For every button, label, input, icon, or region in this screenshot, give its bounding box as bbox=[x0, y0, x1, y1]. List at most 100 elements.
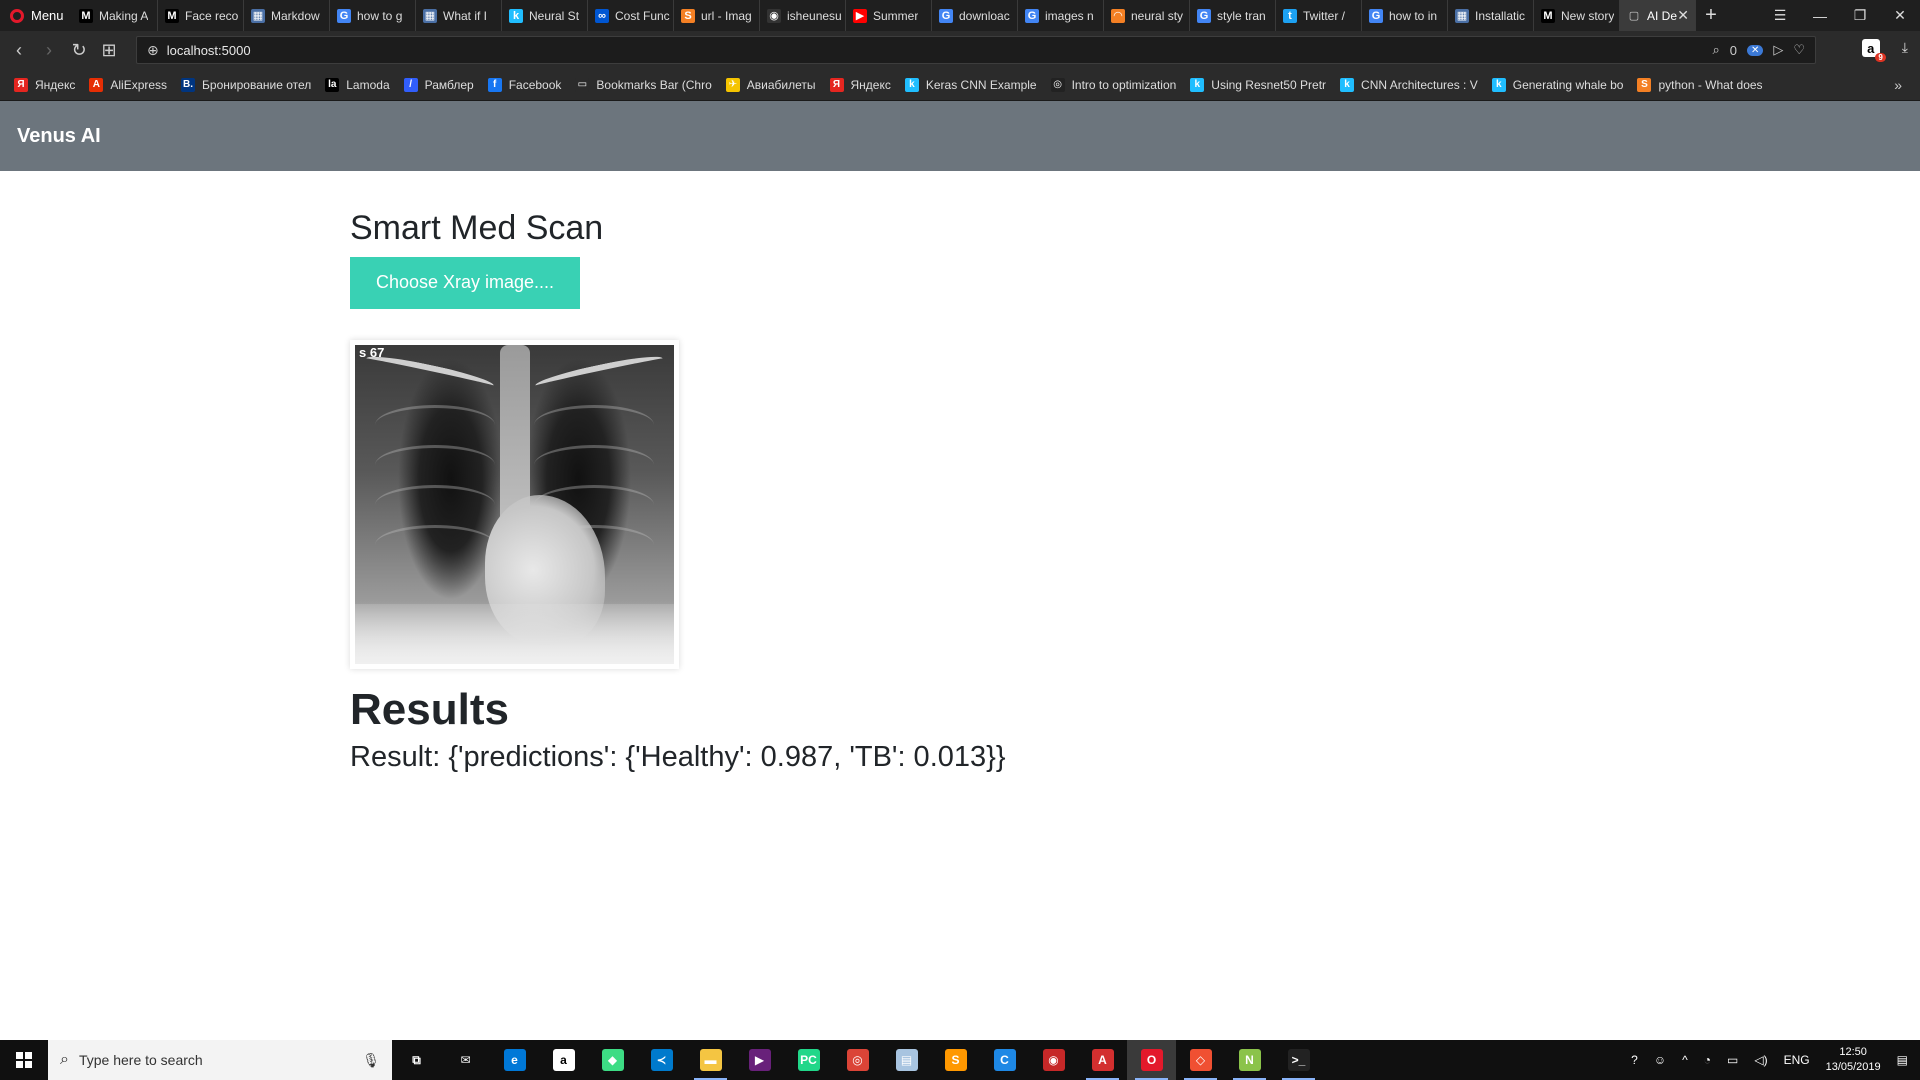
bookmark-icon: / bbox=[403, 77, 418, 92]
wifi-icon[interactable]: ◔ bbox=[1704, 1053, 1711, 1067]
tab[interactable]: ▶ Summer bbox=[846, 0, 932, 31]
bookmark-label: CNN Architectures : V bbox=[1361, 77, 1478, 92]
tab[interactable]: Gimages n bbox=[1018, 0, 1104, 31]
close-window-icon[interactable]: ✕ bbox=[1880, 0, 1920, 31]
tab[interactable]: ▦ Installatic bbox=[1448, 0, 1534, 31]
adblock-icon[interactable]: ✕ bbox=[1746, 44, 1764, 56]
tab[interactable]: k Neural St bbox=[502, 0, 588, 31]
taskbar-app-ccleaner[interactable]: C bbox=[980, 1040, 1029, 1080]
vscode-icon: ≺ bbox=[650, 1049, 673, 1071]
clock[interactable]: 12:50 13/05/2019 bbox=[1826, 1045, 1881, 1075]
taskbar-app-antivirus[interactable]: ◉ bbox=[1029, 1040, 1078, 1080]
tab-title: how to g bbox=[357, 8, 403, 23]
taskbar-app-terminal[interactable]: >_ bbox=[1274, 1040, 1323, 1080]
taskbar-app-pycharm[interactable]: PC bbox=[784, 1040, 833, 1080]
clock-date: 13/05/2019 bbox=[1825, 1061, 1881, 1073]
tab[interactable]: Gstyle tran bbox=[1190, 0, 1276, 31]
bookmark-icon: B. bbox=[181, 77, 196, 92]
bookmark-item[interactable]: / Рамблер bbox=[403, 77, 474, 92]
brand-logo[interactable]: Venus AI bbox=[17, 125, 101, 148]
search-icon[interactable]: ⌕ bbox=[1712, 42, 1719, 58]
reload-button[interactable]: ↻ bbox=[64, 40, 94, 61]
bookmark-item[interactable]: A AliExpress bbox=[89, 77, 167, 92]
taskbar-app-mail[interactable]: ✉ bbox=[441, 1040, 490, 1080]
tab-active[interactable]: ▢ AI De ✕ bbox=[1620, 0, 1696, 31]
tab[interactable]: Surl - Imag bbox=[674, 0, 760, 31]
tab[interactable]: M New story bbox=[1534, 0, 1620, 31]
downloads-icon[interactable]: ⤓ bbox=[1902, 39, 1908, 57]
notepad-plus-icon: N bbox=[1238, 1049, 1261, 1071]
tab-menu-icon[interactable]: ☰ bbox=[1760, 0, 1800, 31]
bookmark-item[interactable]: f Facebook bbox=[487, 77, 561, 92]
taskbar-app-amazon[interactable]: a bbox=[539, 1040, 588, 1080]
tab[interactable]: ◠ neural sty bbox=[1104, 0, 1190, 31]
tab[interactable]: ▦ Markdow bbox=[244, 0, 330, 31]
tab-title: Markdow bbox=[271, 8, 320, 23]
tab[interactable]: Gdownloac bbox=[932, 0, 1018, 31]
bookmark-item[interactable]: la Lamoda bbox=[325, 77, 390, 92]
people-icon[interactable]: ☺ bbox=[1654, 1053, 1666, 1067]
language-indicator[interactable]: ENG bbox=[1784, 1053, 1810, 1067]
amazon-extension-icon[interactable]: a9 bbox=[1861, 39, 1886, 62]
taskbar-app-vscode[interactable]: ≺ bbox=[637, 1040, 686, 1080]
opera-menu-button[interactable]: Menu bbox=[0, 0, 72, 31]
bookmark-item[interactable]: Spython - What does bbox=[1637, 77, 1763, 92]
heart-icon[interactable]: ♡ bbox=[1793, 42, 1805, 58]
taskbar-app-edge[interactable]: e bbox=[490, 1040, 539, 1080]
bookmark-item[interactable]: ✈ Авиабилеты bbox=[725, 77, 816, 92]
taskbar-app-opera[interactable]: O bbox=[1127, 1040, 1176, 1080]
tab[interactable]: ▦ What if I bbox=[416, 0, 502, 31]
bookmark-item[interactable]: k Generating whale bo bbox=[1491, 77, 1623, 92]
rib bbox=[375, 404, 495, 445]
start-button[interactable] bbox=[0, 1040, 48, 1080]
taskbar-app-sublime[interactable]: S bbox=[931, 1040, 980, 1080]
bookmark-label: Яндекс bbox=[850, 77, 891, 92]
tab[interactable]: M Making A bbox=[72, 0, 158, 31]
speed-dial-icon[interactable]: ⊞ bbox=[94, 40, 124, 61]
image-preview: s 67 bbox=[350, 339, 679, 669]
choose-xray-button[interactable]: Choose Xray image.... bbox=[350, 256, 580, 309]
bookmark-item[interactable]: ▭ Bookmarks Bar (Chro bbox=[575, 77, 712, 92]
tab[interactable]: Ghow to in bbox=[1362, 0, 1448, 31]
taskbar-app-task-view[interactable]: ⧉ bbox=[392, 1040, 441, 1080]
close-tab-icon[interactable]: ✕ bbox=[1677, 7, 1689, 24]
bookmark-item[interactable]: Я Яндекс bbox=[829, 77, 891, 92]
tab[interactable]: t Twitter / bbox=[1276, 0, 1362, 31]
minimize-icon[interactable]: — bbox=[1800, 0, 1840, 31]
bookmark-item[interactable]: B. Бронирование отел bbox=[181, 77, 311, 92]
taskbar-app-notepad-plus[interactable]: N bbox=[1225, 1040, 1274, 1080]
taskbar-app-notepad[interactable]: ▤ bbox=[882, 1040, 931, 1080]
taskbar-app-git[interactable]: ◇ bbox=[1176, 1040, 1225, 1080]
volume-icon[interactable]: ◁) bbox=[1754, 1053, 1767, 1067]
bookmark-item[interactable]: k Keras CNN Example bbox=[904, 77, 1037, 92]
tab[interactable]: ◉ isheunesu bbox=[760, 0, 846, 31]
taskbar-app-visual-studio[interactable]: ▶ bbox=[735, 1040, 784, 1080]
battery-icon[interactable]: ▭ bbox=[1727, 1053, 1738, 1067]
chrome-icon: ◎ bbox=[846, 1049, 869, 1071]
tab[interactable]: ∞ Cost Func bbox=[588, 0, 674, 31]
back-button[interactable]: ‹ bbox=[4, 40, 34, 61]
bookmark-item[interactable]: k CNN Architectures : V bbox=[1340, 77, 1478, 92]
help-icon[interactable]: ? bbox=[1631, 1053, 1638, 1067]
forward-button[interactable]: › bbox=[34, 40, 64, 61]
taskbar-search[interactable]: ⌕ Type here to search 🎙 bbox=[48, 1040, 392, 1080]
taskbar-app-acrobat[interactable]: A bbox=[1078, 1040, 1127, 1080]
chevron-up-icon[interactable]: ^ bbox=[1682, 1053, 1688, 1067]
taskbar-app-chrome[interactable]: ◎ bbox=[833, 1040, 882, 1080]
tab[interactable]: Ghow to g bbox=[330, 0, 416, 31]
new-tab-button[interactable]: + bbox=[1696, 4, 1726, 27]
taskbar-app-file-explorer[interactable]: ▬ bbox=[686, 1040, 735, 1080]
bookmark-item[interactable]: Я Яндекс bbox=[14, 77, 75, 92]
bookmark-item[interactable]: k Using Resnet50 Pretr bbox=[1190, 77, 1326, 92]
tab-title: downloac bbox=[959, 8, 1010, 23]
microphone-icon[interactable]: 🎙 bbox=[362, 1052, 392, 1069]
send-icon[interactable]: ▷ bbox=[1773, 42, 1783, 58]
more-bookmarks-button[interactable]: » bbox=[1894, 77, 1920, 93]
url-field[interactable]: ⊕ localhost:5000 ⌕ 0 ✕ ▷ ♡ bbox=[136, 36, 1816, 64]
bookmark-item[interactable]: ◎ Intro to optimization bbox=[1050, 77, 1176, 92]
notifications-icon[interactable]: ▤ bbox=[1897, 1053, 1908, 1067]
maximize-icon[interactable]: ❐ bbox=[1840, 0, 1880, 31]
bookmark-icon: ✈ bbox=[725, 77, 740, 92]
taskbar-app-android-studio[interactable]: ◆ bbox=[588, 1040, 637, 1080]
tab[interactable]: M Face reco bbox=[158, 0, 244, 31]
